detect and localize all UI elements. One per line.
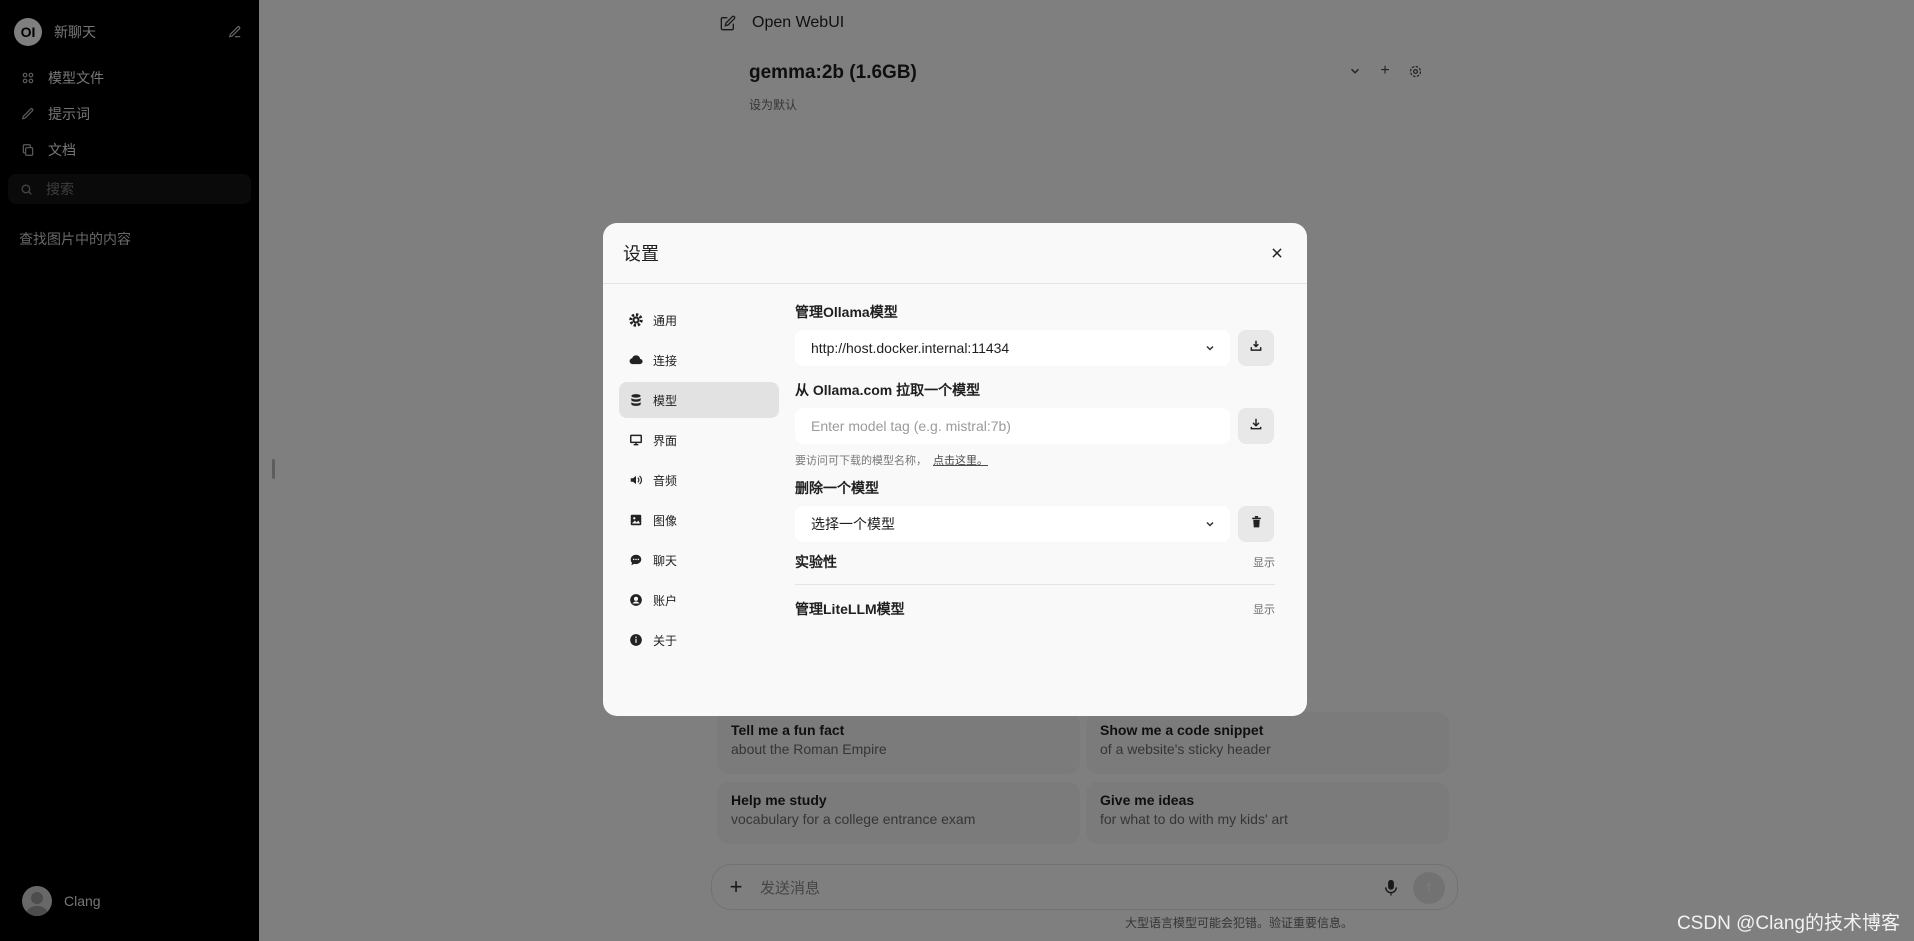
cloud-icon bbox=[629, 353, 643, 367]
tab-label: 图像 bbox=[653, 513, 678, 528]
litellm-row: 管理LiteLLM模型 显示 bbox=[795, 597, 1275, 621]
experimental-title: 实验性 bbox=[795, 554, 837, 570]
tab-label: 关于 bbox=[653, 633, 678, 648]
pull-hint-text: 要访问可下载的模型名称， bbox=[795, 455, 927, 467]
models-panel: 管理Ollama模型 http://host.docker.internal:1… bbox=[795, 302, 1275, 621]
tab-connections[interactable]: 连接 bbox=[619, 342, 779, 378]
tab-label: 连接 bbox=[653, 353, 678, 368]
modal-header: 设置 bbox=[603, 223, 1307, 284]
experimental-row: 实验性 显示 bbox=[795, 550, 1275, 574]
tab-label: 模型 bbox=[653, 393, 678, 408]
chevron-down-icon bbox=[1204, 517, 1218, 531]
database-icon bbox=[629, 393, 643, 407]
ollama-url-value: http://host.docker.internal:11434 bbox=[811, 340, 1010, 356]
model-tag-input[interactable]: Enter model tag (e.g. mistral:7b) bbox=[795, 408, 1230, 444]
delete-model-select[interactable]: 选择一个模型 bbox=[795, 506, 1230, 542]
delete-model-value: 选择一个模型 bbox=[811, 516, 895, 532]
tab-audio[interactable]: 音频 bbox=[619, 462, 779, 498]
pull-hint-link[interactable]: 点击这里。 bbox=[933, 455, 988, 467]
experimental-toggle[interactable]: 显示 bbox=[1253, 554, 1275, 570]
chevron-down-icon bbox=[1204, 341, 1218, 355]
litellm-toggle[interactable]: 显示 bbox=[1253, 601, 1275, 617]
close-icon[interactable] bbox=[1267, 243, 1287, 263]
monitor-icon bbox=[629, 433, 643, 447]
settings-modal: 设置 通用 连接 模型 界面 音频 图像 聊天 账户 关于 管理Ollama模型… bbox=[603, 223, 1307, 716]
tab-general[interactable]: 通用 bbox=[619, 302, 779, 338]
speaker-icon bbox=[629, 473, 643, 487]
download-icon bbox=[1249, 417, 1263, 436]
update-models-button[interactable] bbox=[1238, 330, 1274, 366]
tab-account[interactable]: 账户 bbox=[619, 582, 779, 618]
pull-hint: 要访问可下载的模型名称， 点击这里。 bbox=[795, 452, 1275, 468]
tab-label: 通用 bbox=[653, 313, 678, 328]
tab-label: 账户 bbox=[653, 593, 678, 608]
ollama-url-select[interactable]: http://host.docker.internal:11434 bbox=[795, 330, 1230, 366]
pull-model-button[interactable] bbox=[1238, 408, 1274, 444]
trash-icon bbox=[1250, 515, 1263, 534]
delete-model-button[interactable] bbox=[1238, 506, 1274, 542]
modal-title: 设置 bbox=[623, 244, 659, 264]
tab-chats[interactable]: 聊天 bbox=[619, 542, 779, 578]
divider bbox=[795, 584, 1275, 585]
settings-tabs: 通用 连接 模型 界面 音频 图像 聊天 账户 关于 bbox=[619, 302, 779, 662]
tab-label: 音频 bbox=[653, 473, 678, 488]
user-circle-icon bbox=[629, 593, 643, 607]
tab-label: 界面 bbox=[653, 433, 678, 448]
gear-icon bbox=[629, 313, 643, 327]
chat-bubble-icon bbox=[629, 553, 643, 567]
image-icon bbox=[629, 513, 643, 527]
pull-model-title: 从 Ollama.com 拉取一个模型 bbox=[795, 382, 981, 398]
download-tray-icon bbox=[1249, 339, 1263, 358]
watermark: CSDN @Clang的技术博客 bbox=[1676, 913, 1900, 934]
manage-ollama-title: 管理Ollama模型 bbox=[795, 304, 898, 320]
tab-interface[interactable]: 界面 bbox=[619, 422, 779, 458]
tab-about[interactable]: 关于 bbox=[619, 622, 779, 658]
tab-label: 聊天 bbox=[653, 553, 678, 568]
info-icon bbox=[629, 633, 643, 647]
litellm-title: 管理LiteLLM模型 bbox=[795, 601, 905, 617]
delete-model-title: 删除一个模型 bbox=[795, 480, 879, 496]
tab-models[interactable]: 模型 bbox=[619, 382, 779, 418]
tab-images[interactable]: 图像 bbox=[619, 502, 779, 538]
